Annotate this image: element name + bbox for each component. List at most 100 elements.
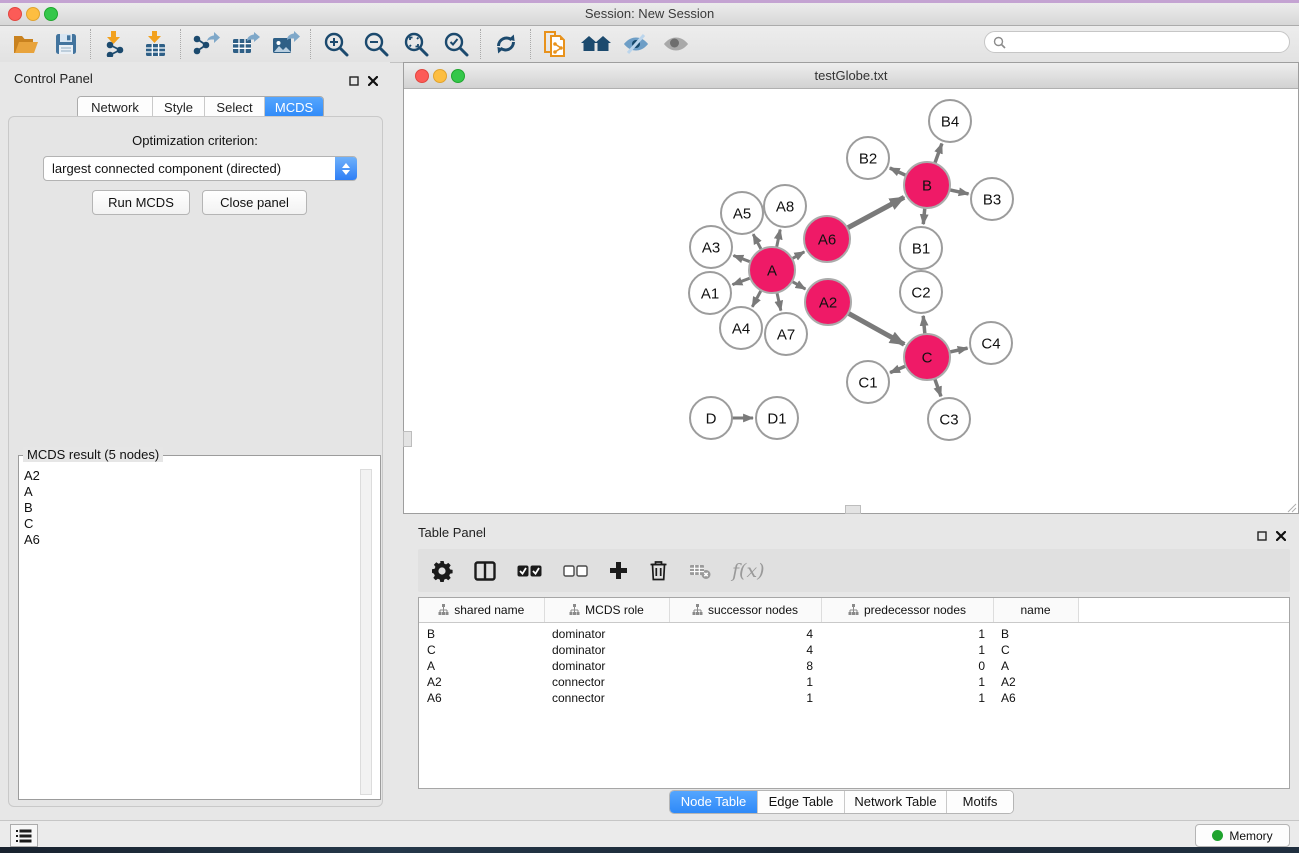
table-row[interactable]: Cdominator41C — [419, 642, 1289, 658]
table-cell[interactable]: A2 — [419, 674, 544, 690]
table-cell[interactable]: 1 — [821, 623, 993, 643]
select-all-checks-icon[interactable] — [517, 558, 542, 584]
table-cell[interactable]: 4 — [669, 642, 821, 658]
zoom-out-icon[interactable] — [356, 29, 396, 59]
import-table-icon[interactable] — [136, 29, 176, 59]
export-table-icon[interactable] — [226, 29, 266, 59]
search-input[interactable] — [1006, 34, 1289, 50]
table-cell[interactable]: dominator — [544, 658, 669, 674]
column-header-successor-nodes[interactable]: successor nodes — [669, 598, 821, 623]
network-canvas[interactable]: AA1A2A3A4A5A6A7A8BB1B2B3B4CC1C2C3C4DD1 — [404, 89, 1298, 513]
table-cell[interactable]: dominator — [544, 623, 669, 643]
column-header-shared-name[interactable]: shared name — [419, 598, 544, 623]
table-row[interactable]: A2connector11A2 — [419, 674, 1289, 690]
table-cell[interactable]: C — [419, 642, 544, 658]
window-resize-grip[interactable] — [1285, 500, 1297, 512]
splitter-grip[interactable] — [845, 505, 861, 514]
table-cell[interactable]: 1 — [821, 642, 993, 658]
table-cell[interactable]: 1 — [821, 690, 993, 706]
run-mcds-button[interactable]: Run MCDS — [92, 190, 190, 215]
control-panel: Control Panel Network Style Select MCDS … — [0, 62, 390, 820]
column-header-mcds-role[interactable]: MCDS role — [544, 598, 669, 623]
table-cell[interactable]: 4 — [669, 623, 821, 643]
table-cell[interactable]: C — [993, 642, 1078, 658]
table-cell[interactable]: A2 — [993, 674, 1078, 690]
export-network-icon[interactable] — [186, 29, 226, 59]
mcds-result-item[interactable]: C — [24, 516, 380, 532]
tab-motifs[interactable]: Motifs — [946, 791, 1013, 813]
table-row[interactable]: Adominator80A — [419, 658, 1289, 674]
float-panel-icon[interactable] — [349, 73, 359, 91]
zoom-in-icon[interactable] — [316, 29, 356, 59]
table-cell[interactable]: 1 — [669, 690, 821, 706]
network-edge[interactable] — [845, 197, 905, 229]
tab-style[interactable]: Style — [152, 97, 204, 118]
tab-mcds[interactable]: MCDS — [264, 97, 323, 118]
add-column-icon[interactable] — [609, 558, 628, 584]
table-cell[interactable]: 1 — [669, 674, 821, 690]
settings-gear-icon[interactable] — [431, 558, 453, 584]
table-cell[interactable]: 8 — [669, 658, 821, 674]
deselect-all-checks-icon[interactable] — [563, 558, 588, 584]
mcds-result-item[interactable]: A — [24, 484, 380, 500]
zoom-selected-icon[interactable] — [436, 29, 476, 59]
export-image-icon[interactable] — [266, 29, 306, 59]
table-cell[interactable]: B — [419, 623, 544, 643]
close-table-panel-icon[interactable] — [1276, 528, 1286, 546]
table-toolbar: f(x) — [418, 549, 1290, 592]
table-cell[interactable]: A6 — [419, 690, 544, 706]
memory-button[interactable]: Memory — [1195, 824, 1290, 847]
network-window-titlebar[interactable]: testGlobe.txt — [404, 63, 1298, 89]
table-cell[interactable]: A — [419, 658, 544, 674]
table-cell[interactable]: B — [993, 623, 1078, 643]
mcds-result-item[interactable]: A6 — [24, 532, 380, 548]
optimization-criterion-select[interactable]: largest connected component (directed) — [43, 156, 357, 181]
mcds-result-item[interactable]: A2 — [24, 468, 380, 484]
tab-network-table[interactable]: Network Table — [844, 791, 946, 813]
network-node-label: D1 — [767, 410, 786, 427]
table-cell[interactable]: A — [993, 658, 1078, 674]
table-cell-filler — [1078, 623, 1289, 643]
hide-eye-icon[interactable] — [616, 29, 656, 59]
node-table: shared nameMCDS rolesuccessor nodesprede… — [418, 597, 1290, 789]
close-panel-icon[interactable] — [368, 73, 378, 91]
refresh-icon[interactable] — [486, 29, 526, 59]
close-panel-button[interactable]: Close panel — [202, 190, 307, 215]
splitter-grip[interactable] — [403, 431, 412, 447]
table-cell[interactable]: A6 — [993, 690, 1078, 706]
delete-column-icon[interactable] — [649, 558, 668, 584]
network-graph: AA1A2A3A4A5A6A7A8BB1B2B3B4CC1C2C3C4DD1 — [404, 89, 1296, 512]
table-cell[interactable]: connector — [544, 674, 669, 690]
table-cell[interactable]: connector — [544, 690, 669, 706]
node-table-grid[interactable]: shared nameMCDS rolesuccessor nodesprede… — [419, 598, 1289, 706]
table-row[interactable]: Bdominator41B — [419, 623, 1289, 643]
list-scrollbar[interactable] — [360, 469, 372, 795]
task-history-button[interactable] — [10, 824, 38, 847]
table-row[interactable]: A6connector11A6 — [419, 690, 1289, 706]
show-eye-icon[interactable] — [656, 29, 696, 59]
search-field[interactable] — [984, 31, 1290, 53]
column-header-predecessor-nodes[interactable]: predecessor nodes — [821, 598, 993, 623]
table-cell[interactable]: 0 — [821, 658, 993, 674]
float-table-panel-icon[interactable] — [1257, 528, 1267, 546]
import-network-icon[interactable] — [96, 29, 136, 59]
optimization-criterion-label: Optimization criterion: — [0, 133, 390, 148]
clone-network-icon[interactable] — [536, 29, 576, 59]
tab-network[interactable]: Network — [78, 97, 152, 118]
window-titlebar[interactable]: Session: New Session — [0, 3, 1299, 26]
home-icon[interactable] — [576, 29, 616, 59]
tab-select[interactable]: Select — [204, 97, 264, 118]
split-panel-icon[interactable] — [474, 558, 496, 584]
delete-table-icon[interactable] — [689, 558, 711, 584]
tab-edge-table[interactable]: Edge Table — [757, 791, 844, 813]
network-edge[interactable] — [845, 312, 904, 345]
save-session-icon[interactable] — [46, 29, 86, 59]
open-session-icon[interactable] — [6, 29, 46, 59]
table-cell[interactable]: dominator — [544, 642, 669, 658]
zoom-fit-icon[interactable] — [396, 29, 436, 59]
function-builder-icon[interactable]: f(x) — [732, 558, 765, 584]
mcds-result-item[interactable]: B — [24, 500, 380, 516]
table-cell[interactable]: 1 — [821, 674, 993, 690]
tab-node-table[interactable]: Node Table — [670, 791, 757, 813]
column-header-name[interactable]: name — [993, 598, 1078, 623]
